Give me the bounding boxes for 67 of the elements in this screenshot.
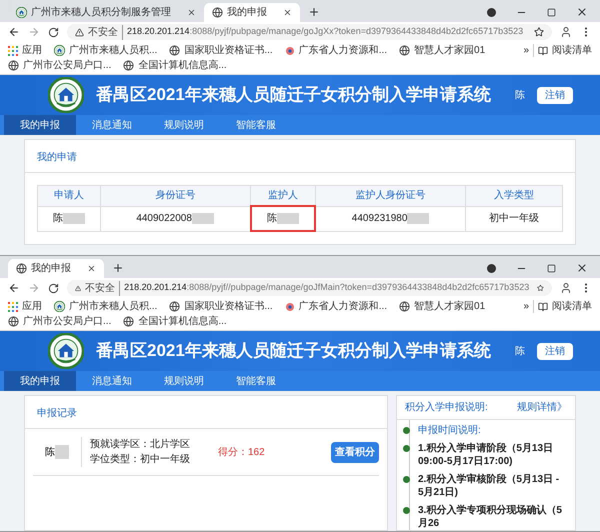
- timeline-step: 2.积分入学审核阶段（5月13日 - 5月21日): [418, 473, 567, 499]
- bookmark-item[interactable]: 应用: [8, 44, 42, 57]
- timeline-step: 1.积分入学申请阶段（5月13日09:00-5月17日17:00): [418, 442, 567, 468]
- user-name: 陈: [514, 344, 525, 358]
- bookmark-item[interactable]: 全国计算机信息高...: [123, 315, 227, 328]
- bookmark-item[interactable]: 国家职业资格证书...: [169, 300, 273, 313]
- url-path: :8088/pyjf//pubpage/manage/goJfMain?token=d3979364433848d4b2d2fc65717b3523: [186, 281, 530, 294]
- nav-tab[interactable]: 我的申报: [4, 371, 76, 391]
- nav-tab[interactable]: 我的申报: [4, 115, 76, 135]
- nav-tab[interactable]: 智能客服: [220, 115, 292, 135]
- url-path: :8088/pyjf/pubpage/manage/goJgXx?token=d3979364433848d4b2d2fc65717b3523: [190, 25, 524, 38]
- bookmark-item[interactable]: 智慧人才家园01: [399, 44, 486, 57]
- bookmark-item[interactable]: 广州市来穗人员积...: [54, 300, 158, 313]
- degree-type: 学位类型：初中一年级: [90, 452, 190, 467]
- card-title: 积分入学申报说明:: [405, 400, 488, 415]
- nav-tab[interactable]: 消息通知: [76, 115, 148, 135]
- tab-title: 我的申报: [31, 262, 72, 276]
- column-header: 入学类型: [466, 186, 562, 206]
- bookmark-item[interactable]: 广东省人力资源和...: [284, 300, 388, 313]
- browser-tab[interactable]: 我的申报: [204, 3, 300, 22]
- more-bookmarks[interactable]: »: [519, 44, 533, 57]
- bookmark-item[interactable]: 广州市公安局户口...: [8, 59, 112, 72]
- nav-tab[interactable]: 规则说明: [148, 371, 220, 391]
- tab-title: 我的申报: [227, 6, 268, 20]
- bookmark-item[interactable]: 应用: [8, 300, 42, 313]
- bookmark-item[interactable]: 广州市来穗人员积...: [54, 44, 158, 57]
- reading-list-button[interactable]: 阅读清单: [533, 300, 592, 313]
- card-title: 申报记录: [37, 408, 77, 419]
- bookmark-item[interactable]: 国家职业资格证书...: [169, 44, 273, 57]
- column-header: 身份证号: [100, 186, 251, 206]
- user-name: 陈: [514, 88, 525, 102]
- reading-list-button[interactable]: 阅读清单: [533, 44, 592, 57]
- address-bar[interactable]: 不安全 218.20.201.214:8088/pyjf//pubpage/manage/goJfMain?token=d3979364433848d4b2d2fc65717b3523: [67, 280, 552, 296]
- table-cell: 4409231980: [315, 206, 466, 231]
- bookmark-item[interactable]: 广东省人力资源和...: [284, 44, 388, 57]
- bookmark-item[interactable]: 全国计算机信息高...: [123, 59, 227, 72]
- site-title: 番禺区2021年来穗人员随迁子女积分制入学申请系统: [96, 84, 491, 106]
- address-bar[interactable]: 不安全 218.20.201.214:8088/pyjf/pubpage/manage/goJgXx?token=d3979364433848d4b2d2fc65717b3523: [67, 24, 552, 40]
- score: 得分：162: [218, 446, 265, 460]
- more-bookmarks[interactable]: »: [519, 300, 533, 313]
- bookmark-item[interactable]: 智慧人才家园01: [399, 300, 486, 313]
- table-cell: 陈: [250, 206, 316, 231]
- logout-button[interactable]: 注销: [536, 342, 573, 360]
- applicant-name: 陈: [44, 446, 55, 460]
- view-score-button[interactable]: 查看积分: [331, 442, 379, 462]
- school-district: 预就读学区：北片学区: [90, 438, 190, 452]
- security-label: 不安全: [88, 24, 123, 40]
- url-host: 218.20.201.214: [124, 281, 187, 294]
- table-cell: 陈: [38, 206, 100, 231]
- timeline-step: 3.积分入学专项积分现场确认（5月26: [418, 504, 567, 530]
- site-title: 番禺区2021年来穗人员随迁子女积分制入学申请系统: [96, 340, 491, 362]
- column-header: 监护人身份证号: [315, 186, 466, 206]
- url-host: 218.20.201.214: [127, 25, 190, 38]
- rules-link[interactable]: 规则详情》: [517, 400, 567, 415]
- nav-tab[interactable]: 消息通知: [76, 371, 148, 391]
- security-label: 不安全: [85, 280, 120, 296]
- bookmark-item[interactable]: 广州市公安局户口...: [8, 315, 112, 328]
- column-header: 申请人: [38, 186, 100, 206]
- nav-tab[interactable]: 智能客服: [220, 371, 292, 391]
- browser-tab[interactable]: 我的申报: [8, 259, 104, 278]
- timeline-heading: 申报时间说明:: [418, 424, 481, 437]
- table-cell: 初中一年级: [466, 206, 562, 231]
- tab-title: 广州市来穗人员积分制服务管理: [31, 6, 172, 20]
- column-header: 监护人: [250, 186, 316, 206]
- card-title: 我的申请: [37, 152, 77, 163]
- nav-tab[interactable]: 规则说明: [148, 115, 220, 135]
- logout-button[interactable]: 注销: [536, 86, 573, 104]
